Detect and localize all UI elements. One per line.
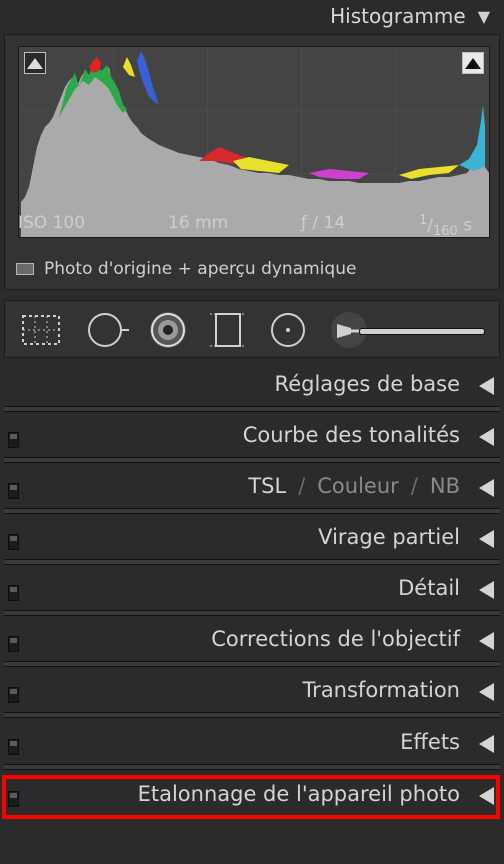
histogram-curve — [21, 51, 489, 237]
expand-triangle-icon[interactable] — [479, 683, 494, 701]
shutter-speed: 1/160 s — [419, 213, 473, 240]
panel-label: Détail — [398, 576, 460, 600]
divider — [4, 508, 500, 514]
expand-triangle-icon[interactable] — [479, 428, 494, 446]
panel-toggle-switch[interactable] — [8, 534, 19, 550]
panel-effects[interactable]: Effets — [0, 720, 504, 770]
spot-removal-icon[interactable] — [85, 310, 129, 350]
crop-overlay-icon[interactable] — [19, 310, 63, 350]
divider — [4, 457, 500, 463]
panel-toggle-switch[interactable] — [8, 739, 19, 755]
exif-info: ISO 100 16 mm ƒ / 14 1/160 s — [18, 213, 490, 240]
tab-tsl[interactable]: TSL — [248, 474, 286, 498]
panel-label: Transformation — [302, 678, 460, 702]
divider — [4, 764, 500, 770]
divider — [4, 610, 500, 616]
expand-triangle-icon[interactable] — [479, 632, 494, 650]
expand-triangle-icon[interactable] — [479, 530, 494, 548]
histogram-graph[interactable] — [18, 46, 490, 238]
panel-split-toning[interactable]: Virage partiel — [0, 515, 504, 565]
tab-nb[interactable]: NB — [430, 474, 460, 498]
expand-triangle-icon[interactable] — [479, 377, 494, 395]
panel-label: Corrections de l'objectif — [211, 627, 460, 651]
panel-label: Réglages de base — [274, 372, 460, 396]
panel-lens-corrections[interactable]: Corrections de l'objectif — [0, 617, 504, 667]
histogram-panel: ISO 100 16 mm ƒ / 14 1/160 s Photo d'ori… — [4, 34, 500, 290]
divider — [4, 559, 500, 565]
red-eye-icon[interactable] — [146, 310, 190, 350]
preview-label: Photo d'origine + aperçu dynamique — [44, 259, 357, 279]
panel-basic[interactable]: Réglages de base — [0, 362, 504, 412]
triangle-up-icon — [465, 57, 481, 69]
divider — [4, 406, 500, 412]
expand-triangle-icon[interactable] — [479, 735, 494, 753]
shadow-clipping-button[interactable] — [24, 52, 46, 74]
tool-strip — [4, 300, 500, 358]
panel-tone-curve[interactable]: Courbe des tonalités — [0, 413, 504, 463]
divider — [4, 712, 500, 718]
panel-hsl[interactable]: TSL / Couleur / NB — [0, 464, 504, 514]
panel-label: Effets — [400, 730, 460, 754]
preview-mode[interactable]: Photo d'origine + aperçu dynamique — [16, 257, 356, 281]
panel-label: Courbe des tonalités — [242, 423, 460, 447]
highlight-box — [2, 775, 500, 819]
panel-toggle-switch[interactable] — [8, 636, 19, 652]
expand-triangle-icon[interactable] — [479, 581, 494, 599]
aperture-value: ƒ / 14 — [301, 213, 346, 233]
collapse-triangle-icon[interactable]: ▼ — [478, 7, 490, 26]
radial-filter-icon[interactable] — [266, 310, 310, 350]
graduated-filter-icon[interactable] — [206, 310, 250, 350]
triangle-up-icon — [27, 57, 43, 69]
divider — [4, 661, 500, 667]
panel-toggle-switch[interactable] — [8, 432, 19, 448]
panel-toggle-switch[interactable] — [8, 585, 19, 601]
tab-couleur[interactable]: Couleur — [317, 474, 399, 498]
histogram-header[interactable]: Histogramme ▼ — [0, 0, 504, 32]
panel-detail[interactable]: Détail — [0, 566, 504, 616]
expand-triangle-icon[interactable] — [479, 479, 494, 497]
brush-size-slider[interactable] — [359, 328, 485, 335]
histogram-title: Histogramme — [330, 4, 466, 28]
panel-toggle-switch[interactable] — [8, 687, 19, 703]
iso-value: ISO 100 — [18, 213, 86, 233]
focal-length: 16 mm — [168, 213, 229, 233]
highlight-clipping-button[interactable] — [462, 52, 484, 74]
panel-toggle-switch[interactable] — [8, 483, 19, 499]
panel-label: TSL / Couleur / NB — [248, 474, 460, 498]
panel-label: Virage partiel — [318, 525, 460, 549]
panel-transform[interactable]: Transformation — [0, 668, 504, 718]
photo-preview-icon — [16, 263, 34, 275]
